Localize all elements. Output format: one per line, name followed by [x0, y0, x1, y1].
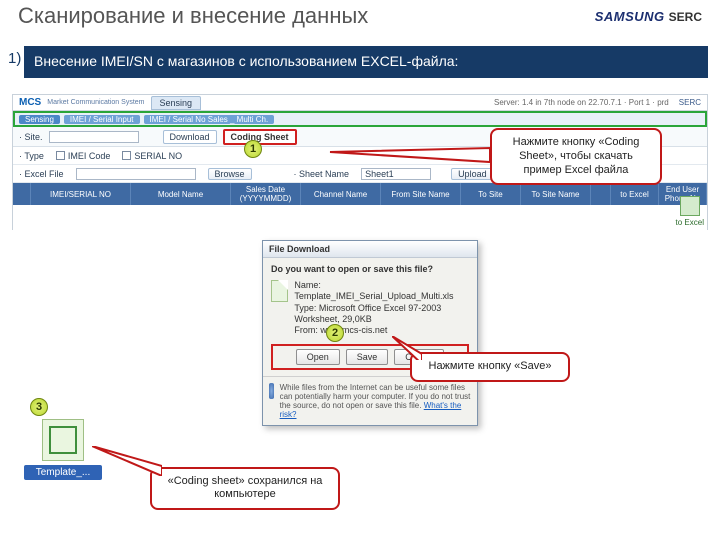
meta-type-value: Microsoft Office Excel 97-2003 Worksheet… [294, 303, 441, 324]
browse-button[interactable]: Browse [208, 168, 252, 180]
dialog-meta: Name: Template_IMEI_Serial_Upload_Multi.… [294, 280, 469, 336]
dialog-title: File Download [263, 241, 477, 258]
file-download-dialog: File Download Do you want to open or sav… [262, 240, 478, 426]
type-serial-label: SERIAL NO [134, 151, 182, 161]
server-info: Server: 1.4 in 7th node on 22.70.7.1 · P… [494, 98, 669, 107]
slide-subtitle: Внесение IMEI/SN с магазинов с использов… [24, 46, 708, 78]
brand-block: SAMSUNG SERC [595, 8, 702, 26]
callout-save: Нажмите кнопку «Save» [410, 352, 570, 382]
save-button[interactable]: Save [346, 349, 389, 365]
crumb-2[interactable]: IMEI / Serial Input [64, 115, 140, 124]
slide-title: Сканирование и внесение данных [18, 4, 378, 28]
grid-body [13, 205, 707, 235]
col-tositename: To Site Name [521, 183, 591, 205]
col-fromsite: From Site Name [381, 183, 461, 205]
download-button[interactable]: Download [163, 130, 217, 144]
col-tosite: To Site [461, 183, 521, 205]
meta-name-label: Name: [294, 280, 321, 290]
desktop-file-label: Template_... [24, 465, 102, 480]
sheet-label: · Sheet Name [294, 169, 350, 179]
meta-type-label: Type: [294, 303, 316, 313]
location-label: SERC [679, 98, 701, 107]
callout-2-text: Нажмите кнопку «Save» [429, 360, 552, 372]
col-toexcel[interactable]: to Excel [611, 183, 659, 205]
breadcrumb: Sensing IMEI / Serial Input IMEI / Seria… [13, 111, 707, 127]
callout-3-text: «Coding sheet» сохранился на компьютере [168, 475, 323, 501]
to-excel-label: to Excel [676, 218, 704, 227]
col-model: Model Name [131, 183, 231, 205]
serc-label: SERC [669, 10, 702, 24]
file-icon [271, 280, 288, 302]
excel-file-icon [42, 419, 84, 461]
step-badge-3: 3 [30, 398, 48, 416]
site-input[interactable] [49, 131, 139, 143]
callout-coding-sheet: Нажмите кнопку «Coding Sheet», чтобы ска… [490, 128, 662, 185]
callout-1-tail [330, 148, 492, 170]
type-imei-label: IMEI Code [68, 151, 111, 161]
to-excel-shortcut[interactable]: to Excel [676, 196, 704, 227]
type-imei-checkbox[interactable]: IMEI Code [56, 151, 111, 161]
crumb-1[interactable]: Sensing [19, 115, 60, 124]
step-badge-1: 1 [244, 140, 262, 158]
callout-1-text: Нажмите кнопку «Coding Sheet», чтобы ска… [513, 136, 640, 176]
col-gap [591, 183, 611, 205]
app-logo-sub: Market Communication System [47, 99, 144, 106]
samsung-logo: SAMSUNG [595, 9, 665, 24]
tab-sensing[interactable]: Sensing [151, 96, 202, 110]
col-channel: Channel Name [301, 183, 381, 205]
app-header: MCS Market Communication System Sensing … [13, 95, 707, 111]
excel-file-input[interactable] [76, 168, 196, 180]
site-label: · Site. [19, 132, 43, 142]
meta-from-label: From: [294, 325, 318, 335]
col-check[interactable] [13, 183, 31, 205]
col-date: Sales Date (YYYYMMDD) [231, 183, 301, 205]
shield-icon [269, 383, 274, 399]
list-number: 1) [8, 50, 21, 67]
app-logo: MCS [19, 97, 41, 108]
excel-file-label: · Excel File [19, 169, 64, 179]
crumb-3[interactable]: IMEI / Serial No Sales _ Multi Ch. [144, 115, 275, 124]
callout-3-tail [92, 446, 162, 476]
type-serial-checkbox[interactable]: SERIAL NO [122, 151, 182, 161]
desktop-file[interactable]: Template_... [24, 419, 102, 480]
open-button[interactable]: Open [296, 349, 340, 365]
col-imei: IMEI/SERIAL NO [31, 183, 131, 205]
callout-2-tail [392, 336, 422, 360]
dialog-question: Do you want to open or save this file? [271, 264, 469, 274]
callout-saved: «Coding sheet» сохранился на компьютере [150, 467, 340, 511]
excel-icon [680, 196, 700, 216]
grid-header: IMEI/SERIAL NO Model Name Sales Date (YY… [13, 183, 707, 205]
type-label: · Type [19, 151, 44, 161]
meta-name-value: Template_IMEI_Serial_Upload_Multi.xls [294, 291, 453, 301]
step-badge-2: 2 [326, 324, 344, 342]
dialog-footer: While files from the Internet can be use… [263, 376, 477, 425]
